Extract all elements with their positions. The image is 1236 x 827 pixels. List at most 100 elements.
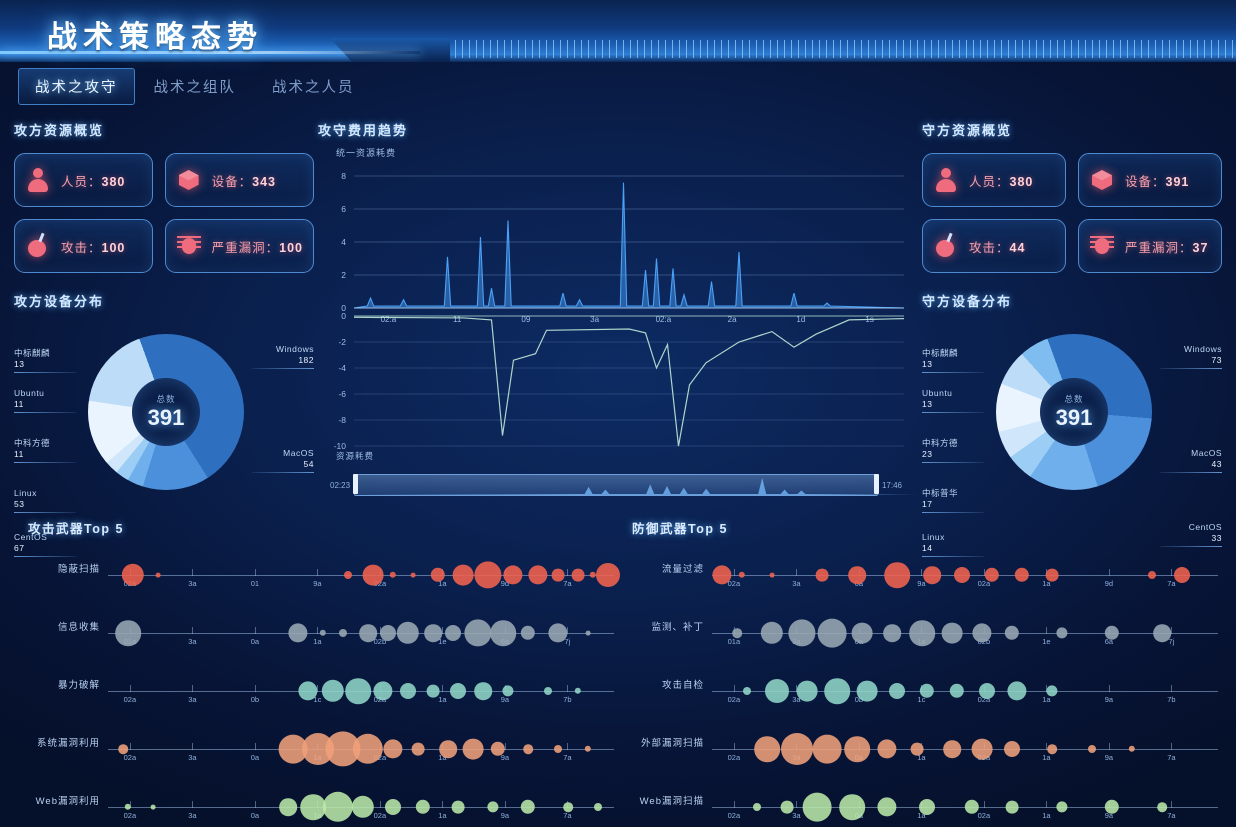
bubble-point[interactable]	[802, 792, 832, 822]
bubble-point[interactable]	[1047, 744, 1057, 754]
defense-card-vulns[interactable]: 严重漏洞：37	[1078, 219, 1222, 273]
bubble-point[interactable]	[1128, 745, 1136, 753]
bubble-point[interactable]	[359, 624, 377, 642]
bubble-point[interactable]	[450, 683, 466, 699]
bubble-point[interactable]	[984, 567, 1000, 583]
bubble-point[interactable]	[150, 804, 156, 810]
bubble-point[interactable]	[1056, 801, 1068, 813]
bubble-point[interactable]	[753, 803, 761, 811]
bubble-point[interactable]	[919, 799, 935, 815]
bubble-point[interactable]	[385, 799, 401, 815]
bubble-point[interactable]	[1004, 741, 1020, 757]
bubble-point[interactable]	[1004, 625, 1020, 641]
bubble-point[interactable]	[1046, 685, 1058, 697]
bubble-point[interactable]	[1045, 568, 1059, 582]
bubble-point[interactable]	[769, 572, 775, 578]
bubble-point[interactable]	[839, 794, 865, 820]
bubble-point[interactable]	[462, 738, 484, 760]
bubble-point[interactable]	[124, 803, 132, 811]
tab-gongshou[interactable]: 战术之攻守	[18, 68, 135, 105]
bubble-point[interactable]	[1104, 625, 1120, 641]
bubble-point[interactable]	[345, 678, 371, 704]
bubble-point[interactable]	[954, 567, 970, 583]
bubble-point[interactable]	[910, 742, 924, 756]
bubble-point[interactable]	[824, 678, 850, 704]
bubble-row[interactable]: 暴力破解02a3a0b1c02a1a9a7b	[14, 655, 618, 711]
defense-device-donut[interactable]: 总数 391	[996, 334, 1152, 490]
bubble-point[interactable]	[851, 622, 873, 644]
bubble-point[interactable]	[445, 625, 461, 641]
bubble-row[interactable]: 流量过滤02a3a0a9a02a1a9d7a	[618, 539, 1222, 595]
defense-card-personnel[interactable]: 人员：380	[922, 153, 1066, 207]
bubble-point[interactable]	[1148, 571, 1156, 579]
bubble-point[interactable]	[474, 682, 492, 700]
bubble-row[interactable]: Web漏洞扫描02a3a0a1a02a1a9a7a	[618, 771, 1222, 827]
bubble-row[interactable]: 攻击自检 02a 3a 0b 1c 02a 1a 9a 7b	[618, 655, 1222, 711]
bubble-point[interactable]	[389, 571, 397, 579]
bubble-point[interactable]	[118, 744, 128, 754]
bubble-point[interactable]	[812, 734, 842, 764]
bubble-point[interactable]	[490, 620, 516, 646]
bubble-point[interactable]	[520, 625, 536, 641]
bubble-point[interactable]	[765, 679, 789, 703]
bubble-point[interactable]	[584, 745, 592, 753]
bubble-point[interactable]	[941, 622, 963, 644]
bubble-point[interactable]	[889, 683, 905, 699]
bubble-point[interactable]	[1157, 802, 1167, 812]
bubble-point[interactable]	[1088, 745, 1096, 753]
bubble-point[interactable]	[856, 680, 878, 702]
bubble-point[interactable]	[738, 571, 746, 579]
bubble-point[interactable]	[877, 739, 897, 759]
bubble-point[interactable]	[743, 687, 751, 695]
bubble-point[interactable]	[1014, 567, 1030, 583]
bubble-point[interactable]	[426, 684, 440, 698]
bubble-point[interactable]	[574, 687, 582, 695]
defense-card-devices[interactable]: 设备：391	[1078, 153, 1222, 207]
bubble-point[interactable]	[877, 797, 897, 817]
bubble-point[interactable]	[1104, 799, 1120, 815]
bubble-point[interactable]	[923, 566, 941, 584]
bubble-point[interactable]	[452, 564, 474, 586]
attack-card-vulns[interactable]: 严重漏洞：100	[164, 219, 314, 273]
bubble-point[interactable]	[383, 739, 403, 759]
bubble-point[interactable]	[279, 798, 297, 816]
bubble-point[interactable]	[760, 621, 784, 645]
bubble-point[interactable]	[528, 565, 548, 585]
attack-card-attacks[interactable]: 攻击：100	[14, 219, 153, 273]
bubble-row[interactable]: 信息收集01a3a0a1a02b1e6a7j	[14, 597, 618, 653]
bubble-point[interactable]	[523, 744, 533, 754]
bubble-point[interactable]	[451, 800, 465, 814]
bubble-point[interactable]	[415, 799, 431, 815]
attack-card-devices[interactable]: 设备：343	[164, 153, 314, 207]
bubble-point[interactable]	[594, 803, 602, 811]
bubble-point[interactable]	[844, 736, 870, 762]
bubble-point[interactable]	[155, 572, 161, 578]
bubble-point[interactable]	[1174, 567, 1190, 583]
bubble-point[interactable]	[344, 571, 352, 579]
bubble-point[interactable]	[815, 568, 829, 582]
bubble-point[interactable]	[919, 683, 935, 699]
bubble-point[interactable]	[817, 618, 847, 648]
bubble-point[interactable]	[1153, 624, 1171, 642]
datazoom-slider[interactable]	[353, 474, 920, 496]
bubble-point[interactable]	[411, 742, 425, 756]
bubble-point[interactable]	[503, 565, 523, 585]
bubble-point[interactable]	[288, 623, 308, 643]
bubble-point[interactable]	[780, 800, 794, 814]
bubble-point[interactable]	[373, 681, 393, 701]
defense-card-attacks[interactable]: 攻击：44	[922, 219, 1066, 273]
attack-device-donut[interactable]: 总数 391	[88, 334, 244, 490]
trend-chart[interactable]: 0 2 4 6 8 0 -2 -4 -6 -8 -10 02:a 11 09 3a 02:a 2a 1d 1s	[318, 158, 914, 458]
bubble-point[interactable]	[464, 619, 492, 647]
bubble-point[interactable]	[1007, 681, 1027, 701]
bubble-point[interactable]	[424, 624, 442, 642]
bubble-point[interactable]	[121, 563, 145, 587]
bubble-point[interactable]	[884, 562, 910, 588]
bubble-point[interactable]	[848, 566, 866, 584]
bubble-point[interactable]	[788, 619, 816, 647]
bubble-point[interactable]	[732, 628, 742, 638]
tab-renyuan[interactable]: 战术之人员	[255, 68, 372, 105]
bubble-point[interactable]	[362, 564, 384, 586]
bubble-point[interactable]	[909, 620, 935, 646]
bubble-point[interactable]	[322, 791, 354, 823]
